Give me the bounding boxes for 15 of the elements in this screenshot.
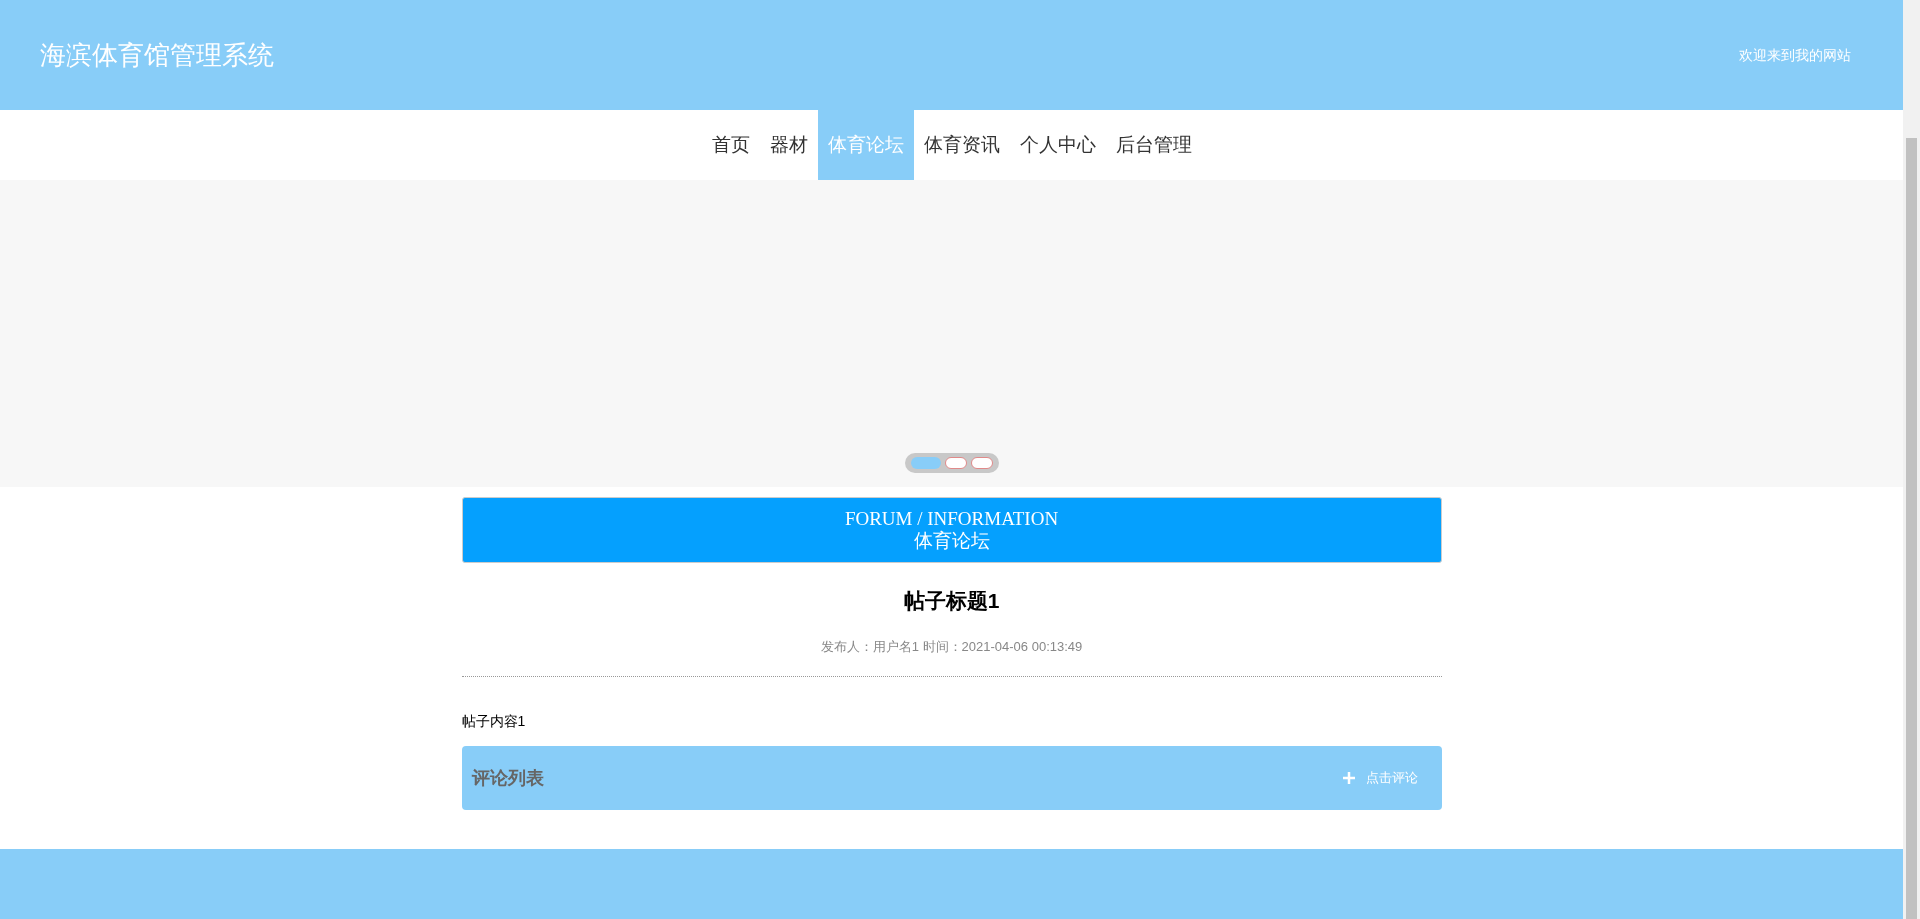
post-content: 帖子内容1 xyxy=(461,712,527,731)
nav-tab[interactable]: 后台管理 xyxy=(1105,110,1202,180)
banner-title: FORUM / INFORMATION xyxy=(844,508,1059,530)
scrollbar[interactable] xyxy=(1903,0,1920,919)
nav-tab[interactable]: 个人中心 xyxy=(1009,110,1106,180)
nav-tab[interactable]: 首页 xyxy=(701,110,760,180)
plus-icon xyxy=(1341,771,1356,785)
welcome-text: 欢迎来到我的网站 xyxy=(1739,45,1851,65)
comments-title: 评论列表 xyxy=(471,766,544,790)
post-meta: 发布人：用户名1 时间：2021-04-06 00:13:49 xyxy=(819,637,1084,656)
banner-subtitle: 体育论坛 xyxy=(913,530,990,552)
post-title: 帖子标题1 xyxy=(902,588,1001,614)
site-title: 海滨体育馆管理系统 xyxy=(40,38,274,72)
nav-tab[interactable]: 器材 xyxy=(759,110,818,180)
nav-tab[interactable]: 体育资讯 xyxy=(913,110,1010,180)
